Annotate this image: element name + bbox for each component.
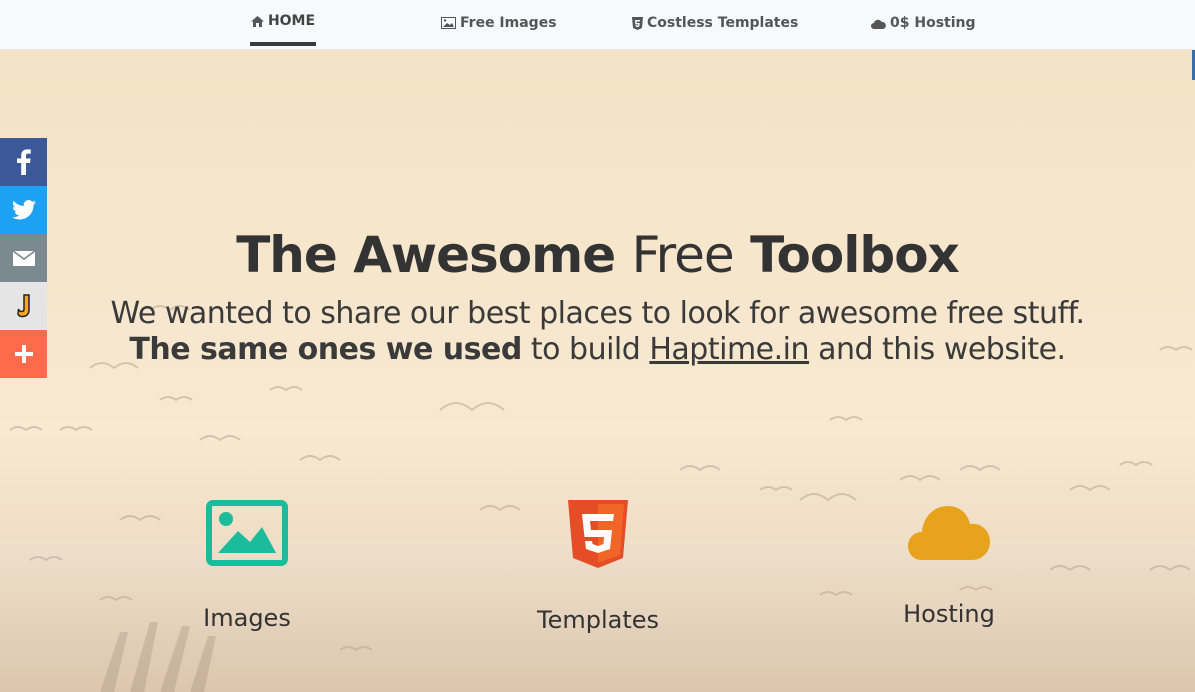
nav-free-images[interactable]: Free Images <box>441 0 557 46</box>
cloud-icon <box>908 506 990 560</box>
feature-images[interactable]: Images <box>147 500 347 632</box>
feature-images-label: Images <box>203 604 291 632</box>
cloud-icon <box>871 19 886 29</box>
feature-templates-label: Templates <box>536 606 659 634</box>
facebook-icon <box>16 149 31 175</box>
hero-subtitle-line1: We wanted to share our best places to lo… <box>110 296 1085 331</box>
nav-costless-templates[interactable]: Costless Templates <box>632 0 798 46</box>
hero-subtitle-bold: The same ones we used <box>129 332 522 367</box>
hero-title-part3: Toolbox <box>750 226 960 284</box>
image-icon <box>206 500 288 566</box>
html5-icon <box>568 500 628 568</box>
nav-home-label: HOME <box>267 13 316 29</box>
nav-costless-templates-label: Costless Templates <box>647 15 799 31</box>
html5-icon <box>632 16 643 30</box>
nav-hosting[interactable]: 0$ Hosting <box>871 0 976 46</box>
email-icon <box>12 250 35 266</box>
hero-subtitle-line2: The same ones we used to build Haptime.i… <box>0 332 1195 367</box>
email-share-button[interactable] <box>0 234 47 282</box>
feature-hosting[interactable]: Hosting <box>849 500 1049 628</box>
home-icon <box>250 15 264 27</box>
plus-icon <box>14 345 33 363</box>
hero-title-part2: Free <box>631 226 735 284</box>
twitter-icon <box>11 200 36 220</box>
image-icon <box>441 17 456 29</box>
nav-hosting-label: 0$ Hosting <box>890 15 976 31</box>
hero-title-part1: The Awesome <box>236 226 616 284</box>
j-share-button[interactable] <box>0 282 47 330</box>
top-navigation: HOME Free Images Costless Templates 0$ H… <box>0 0 1195 50</box>
hero-title: The Awesome Free Toolbox <box>0 226 1195 284</box>
social-share-bar <box>0 138 47 378</box>
haptime-link[interactable]: Haptime.in <box>649 332 809 367</box>
j-icon <box>16 294 30 318</box>
facebook-share-button[interactable] <box>0 138 47 186</box>
more-share-button[interactable] <box>0 330 47 378</box>
hero-subtitle-mid: to build <box>530 332 641 367</box>
nav-home[interactable]: HOME <box>250 0 316 46</box>
hero-subtitle-end: and this website. <box>818 332 1066 367</box>
feature-hosting-label: Hosting <box>903 600 995 628</box>
twitter-share-button[interactable] <box>0 186 47 234</box>
feature-templates[interactable]: Templates <box>498 500 698 634</box>
nav-free-images-label: Free Images <box>460 15 557 31</box>
